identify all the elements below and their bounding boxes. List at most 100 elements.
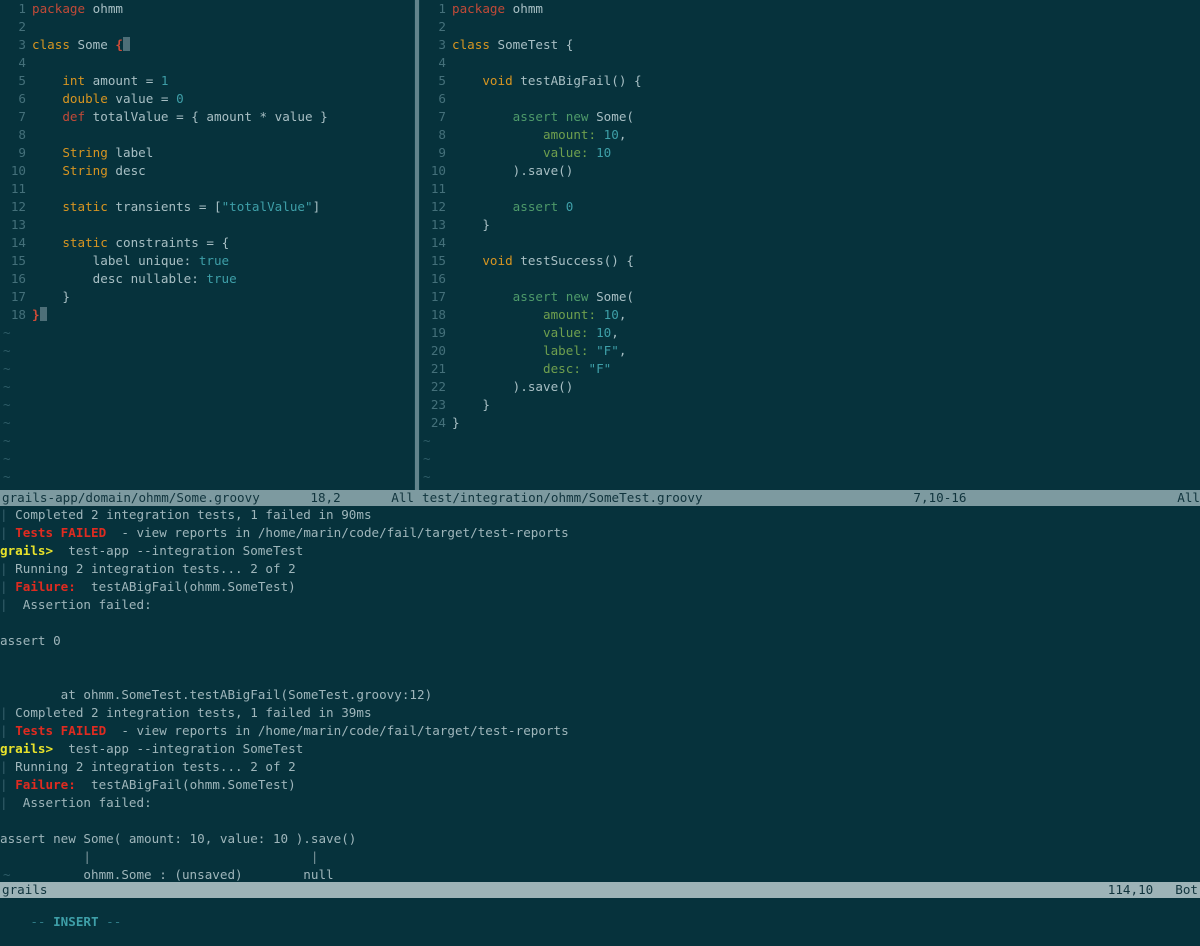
line-text: def totalValue = { amount * value } <box>32 108 328 126</box>
code-token: ).save() <box>452 379 573 394</box>
line-text: static transients = ["totalValue"] <box>32 198 320 216</box>
terminal-token: Completed 2 integration tests, 1 failed … <box>8 705 372 720</box>
global-status-bar: grails 114,10 Bot <box>0 882 1200 898</box>
code-line: 5 int amount = 1 <box>0 72 414 90</box>
code-token: } <box>32 307 40 322</box>
line-number: 19 <box>420 324 452 342</box>
code-token: assert new <box>513 109 589 124</box>
terminal-token: test-app --integration SomeTest <box>53 543 303 558</box>
editor-pane-some-groovy[interactable]: 1package ohmm23class Some {45 int amount… <box>0 0 414 490</box>
code-line: 2 <box>420 18 1200 36</box>
code-token: assert new <box>513 289 589 304</box>
code-token: class <box>452 37 498 52</box>
vim-command-line[interactable]: -- INSERT -- <box>0 898 1200 914</box>
code-line: 20 label: "F", <box>420 342 1200 360</box>
line-text: } <box>32 288 70 306</box>
line-number: 5 <box>0 72 32 90</box>
code-token <box>558 199 566 214</box>
code-token: ohmm <box>93 1 123 16</box>
code-token: desc: <box>543 361 581 376</box>
line-text: assert new Some( <box>452 288 634 306</box>
window-status-lines: grails-app/domain/ohmm/Some.groovy 18,2 … <box>0 490 1200 506</box>
terminal-line <box>0 614 1200 632</box>
code-token: 10 <box>596 325 611 340</box>
code-token: String <box>62 163 108 178</box>
code-line: 13 <box>0 216 414 234</box>
code-token <box>589 343 597 358</box>
terminal-line: assert new Some( amount: 10, value: 10 )… <box>0 830 1200 848</box>
terminal-token: Assertion failed: <box>8 795 152 810</box>
code-line: 7 assert new Some( <box>420 108 1200 126</box>
status-left-pane: grails-app/domain/ohmm/Some.groovy 18,2 … <box>0 490 414 506</box>
code-token: 0 <box>566 199 574 214</box>
terminal-gutter: | <box>0 759 8 774</box>
line-number: 13 <box>0 216 32 234</box>
code-line: 24} <box>420 414 1200 432</box>
editor-region: 1package ohmm23class Some {45 int amount… <box>0 0 1200 490</box>
terminal-token: Failure: <box>15 579 76 594</box>
code-token: true <box>206 271 236 286</box>
terminal-line: at ohmm.SomeTest.testABigFail(SomeTest.g… <box>0 686 1200 704</box>
line-text: String label <box>32 144 153 162</box>
terminal-line: assert 0 <box>0 632 1200 650</box>
code-token <box>32 145 62 160</box>
code-line: 11 <box>0 180 414 198</box>
line-text: int amount = 1 <box>32 72 169 90</box>
terminal-token: at ohmm.SomeTest.testABigFail(SomeTest.g… <box>0 687 432 702</box>
line-text: package ohmm <box>452 0 543 18</box>
terminal-token: testABigFail(ohmm.SomeTest) <box>76 777 296 792</box>
code-token: "F" <box>589 361 612 376</box>
terminal-gutter: | <box>0 525 8 540</box>
code-line: 16 <box>420 270 1200 288</box>
line-text: desc: "F" <box>452 360 611 378</box>
code-token: class <box>32 37 78 52</box>
filler-tilde-line: ~ <box>0 342 414 360</box>
terminal-gutter: | <box>0 507 8 522</box>
line-text: label unique: true <box>32 252 229 270</box>
terminal-line <box>0 650 1200 668</box>
code-token: "totalValue" <box>222 199 313 214</box>
terminal-gutter: | <box>0 777 8 792</box>
filler-tilde-line: ~ <box>0 450 414 468</box>
code-token: testSuccess() { <box>513 253 634 268</box>
line-number: 21 <box>420 360 452 378</box>
line-text: value: 10 <box>452 144 611 162</box>
code-token: value: <box>543 325 589 340</box>
line-text: void testSuccess() { <box>452 252 634 270</box>
line-text: package ohmm <box>32 0 123 18</box>
code-token: ).save() <box>452 163 573 178</box>
code-line: 17 } <box>0 288 414 306</box>
terminal-line: | Assertion failed: <box>0 596 1200 614</box>
code-line: 23 } <box>420 396 1200 414</box>
code-token: package <box>452 1 513 16</box>
line-number: 4 <box>420 54 452 72</box>
code-line: 11 <box>420 180 1200 198</box>
filler-tilde-line: ~ <box>0 414 414 432</box>
code-line: 3class SomeTest { <box>420 36 1200 54</box>
line-text: label: "F", <box>452 342 626 360</box>
code-token <box>452 325 543 340</box>
editor-pane-sometest-groovy[interactable]: 1package ohmm23class SomeTest {45 void t… <box>420 0 1200 490</box>
code-token <box>452 127 543 142</box>
line-number: 11 <box>420 180 452 198</box>
code-token: 10 <box>604 127 619 142</box>
code-token: , <box>619 343 627 358</box>
code-token: } <box>452 397 490 412</box>
terminal-token: Assertion failed: <box>8 597 152 612</box>
line-text: double value = 0 <box>32 90 184 108</box>
code-token: void <box>482 73 512 88</box>
text-cursor <box>40 307 47 321</box>
code-token: 10 <box>604 307 619 322</box>
terminal-output-pane[interactable]: | Completed 2 integration tests, 1 faile… <box>0 506 1200 882</box>
line-number: 18 <box>420 306 452 324</box>
filler-tilde-line: ~ <box>0 468 414 486</box>
code-line: 16 desc nullable: true <box>0 270 414 288</box>
code-token: static <box>62 235 108 250</box>
code-token: assert <box>513 199 559 214</box>
terminal-line: | Running 2 integration tests... 2 of 2 <box>0 560 1200 578</box>
terminal-line: grails> test-app --integration SomeTest <box>0 542 1200 560</box>
filler-tilde-line: ~ <box>420 450 1200 468</box>
code-token <box>452 109 513 124</box>
terminal-token: test-app --integration SomeTest <box>53 741 303 756</box>
line-text: static constraints = { <box>32 234 229 252</box>
